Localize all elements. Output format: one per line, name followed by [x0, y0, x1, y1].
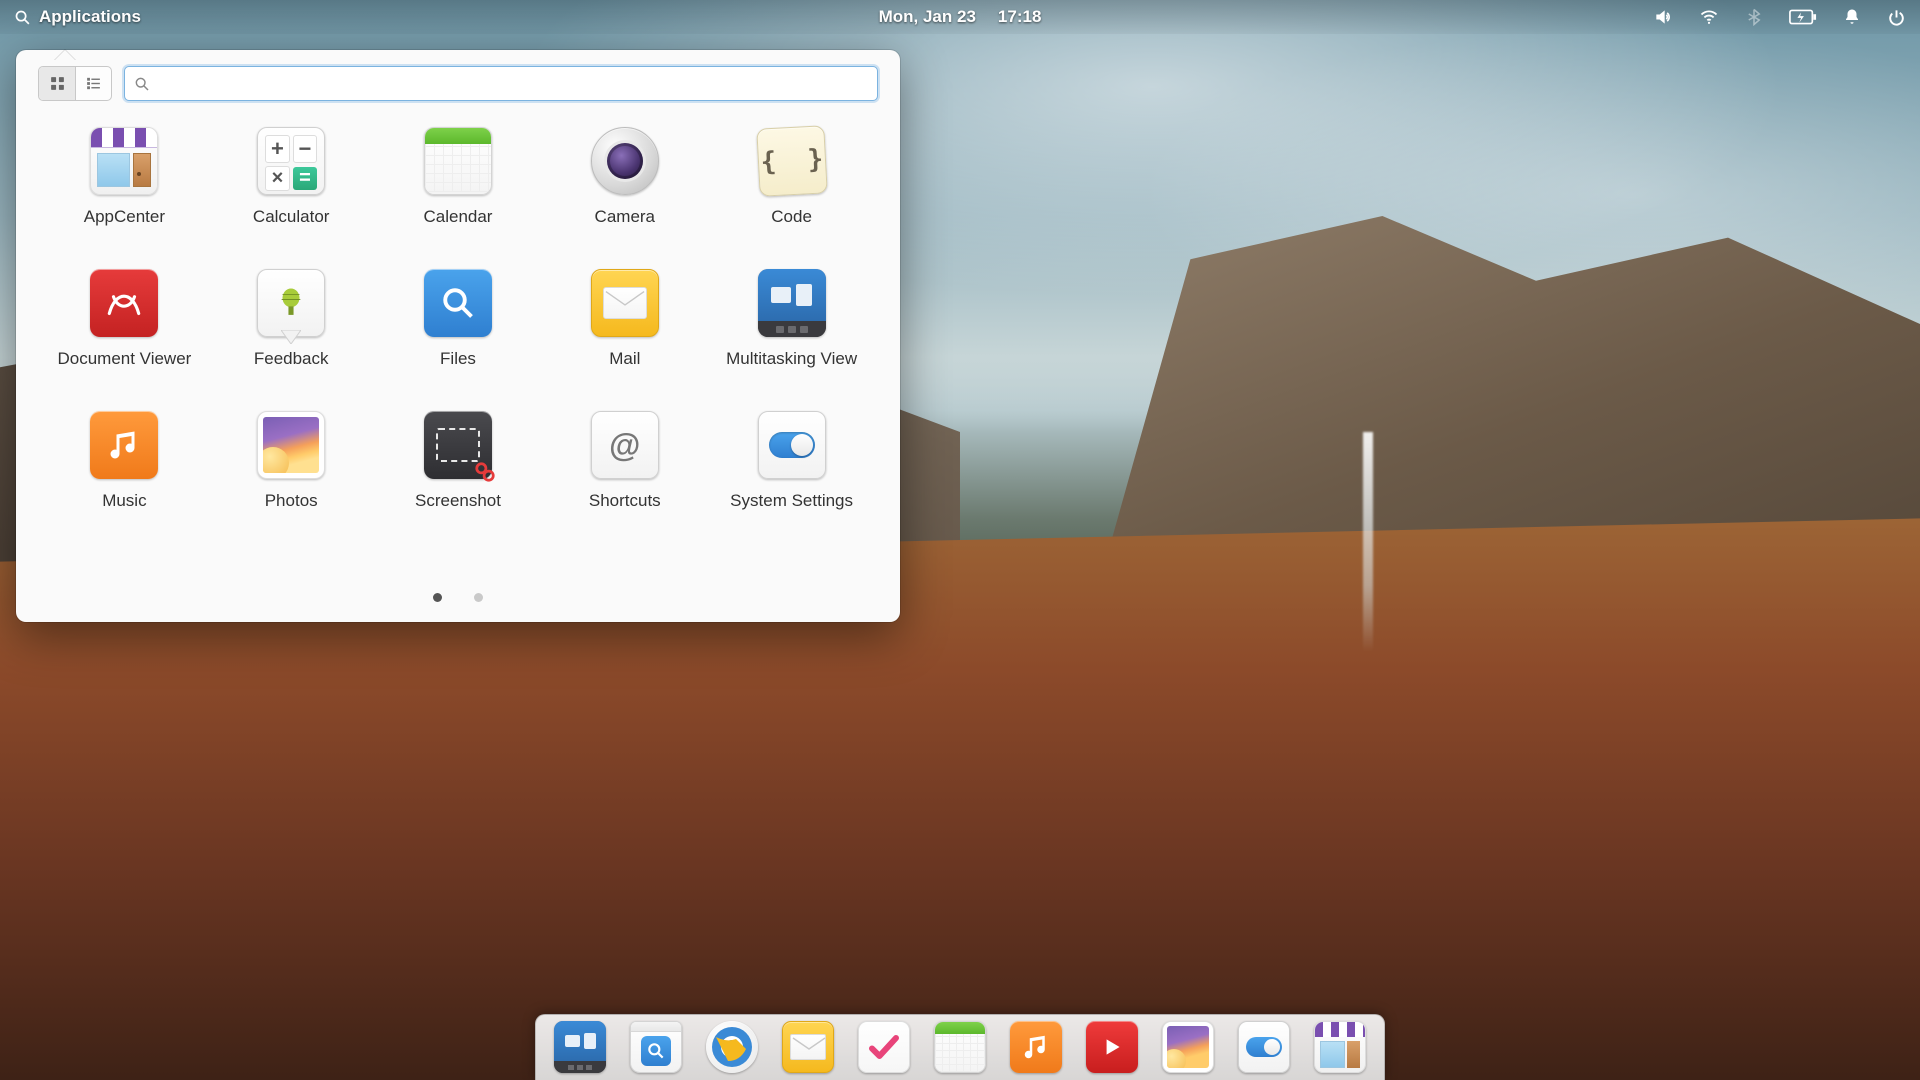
app-grid: AppCenter + − × = Calculator Calendar Ca…	[38, 115, 878, 511]
launcher-toolbar	[38, 66, 878, 101]
grid-view-button[interactable]	[39, 67, 75, 100]
dock-photos[interactable]	[1162, 1021, 1214, 1073]
app-appcenter[interactable]: AppCenter	[46, 127, 203, 227]
system-settings-icon	[758, 411, 826, 479]
panel-time[interactable]: 17:18	[998, 7, 1041, 27]
app-system-settings[interactable]: System Settings	[713, 411, 870, 511]
wifi-icon[interactable]	[1699, 7, 1719, 27]
dock-system-settings[interactable]	[1238, 1021, 1290, 1073]
volume-icon[interactable]	[1653, 7, 1673, 27]
app-label: Multitasking View	[726, 349, 857, 369]
app-files[interactable]: Files	[380, 269, 537, 369]
photos-icon	[257, 411, 325, 479]
app-label: Calculator	[253, 207, 330, 227]
search-icon	[134, 76, 150, 92]
screenshot-icon	[424, 411, 492, 479]
bluetooth-disabled-icon[interactable]	[1745, 7, 1763, 27]
panel-date[interactable]: Mon, Jan 23	[879, 7, 976, 27]
feedback-icon	[257, 269, 325, 337]
app-label: System Settings	[730, 491, 853, 511]
app-label: Code	[771, 207, 812, 227]
files-icon	[424, 269, 492, 337]
app-label: Files	[440, 349, 476, 369]
app-label: Camera	[595, 207, 655, 227]
app-label: Feedback	[254, 349, 329, 369]
applications-label: Applications	[39, 7, 141, 27]
music-icon	[90, 411, 158, 479]
app-mail[interactable]: Mail	[546, 269, 703, 369]
page-indicator	[433, 593, 483, 602]
power-icon[interactable]	[1887, 8, 1906, 27]
app-label: Mail	[609, 349, 640, 369]
applications-menu-button[interactable]: Applications	[14, 7, 141, 27]
app-label: Document Viewer	[57, 349, 191, 369]
app-shortcuts[interactable]: @ Shortcuts	[546, 411, 703, 511]
calculator-icon: + − × =	[257, 127, 325, 195]
battery-charging-icon[interactable]	[1789, 9, 1817, 25]
notifications-icon[interactable]	[1843, 7, 1861, 27]
dock-multitasking-view[interactable]	[554, 1021, 606, 1073]
appcenter-icon	[90, 127, 158, 195]
search-input[interactable]	[124, 66, 878, 101]
dock-files[interactable]	[630, 1021, 682, 1073]
app-music[interactable]: Music	[46, 411, 203, 511]
dock-mail[interactable]	[782, 1021, 834, 1073]
dock-videos[interactable]	[1086, 1021, 1138, 1073]
app-document-viewer[interactable]: Document Viewer	[46, 269, 203, 369]
app-label: Calendar	[423, 207, 492, 227]
multitasking-view-icon	[758, 269, 826, 337]
dock-web-browser[interactable]	[706, 1021, 758, 1073]
search-field-wrap	[124, 66, 878, 101]
view-mode-segmented	[38, 66, 112, 101]
app-label: Screenshot	[415, 491, 501, 511]
dock-appcenter[interactable]	[1314, 1021, 1366, 1073]
app-label: Music	[102, 491, 146, 511]
app-feedback[interactable]: Feedback	[213, 269, 370, 369]
app-photos[interactable]: Photos	[213, 411, 370, 511]
app-label: Photos	[265, 491, 318, 511]
app-calendar[interactable]: Calendar	[380, 127, 537, 227]
app-screenshot[interactable]: Screenshot	[380, 411, 537, 511]
top-panel: Applications Mon, Jan 23 17:18	[0, 0, 1920, 34]
applications-popover: AppCenter + − × = Calculator Calendar Ca…	[16, 50, 900, 622]
grid-icon	[49, 75, 66, 92]
dock-music[interactable]	[1010, 1021, 1062, 1073]
page-dot-1[interactable]	[433, 593, 442, 602]
app-multitasking-view[interactable]: Multitasking View	[713, 269, 870, 369]
app-label: Shortcuts	[589, 491, 661, 511]
code-icon: { }	[756, 125, 827, 196]
app-camera[interactable]: Camera	[546, 127, 703, 227]
mail-icon	[591, 269, 659, 337]
dock-calendar[interactable]	[934, 1021, 986, 1073]
app-label: AppCenter	[84, 207, 165, 227]
app-calculator[interactable]: + − × = Calculator	[213, 127, 370, 227]
page-dot-2[interactable]	[474, 593, 483, 602]
document-viewer-icon	[90, 269, 158, 337]
dock-tasks[interactable]	[858, 1021, 910, 1073]
dock	[535, 1014, 1385, 1080]
wallpaper-waterfall	[1363, 432, 1373, 652]
app-code[interactable]: { } Code	[713, 127, 870, 227]
list-icon	[85, 75, 102, 92]
search-icon	[14, 9, 31, 26]
list-view-button[interactable]	[75, 67, 111, 100]
shortcuts-icon: @	[591, 411, 659, 479]
calendar-icon	[424, 127, 492, 195]
camera-icon	[591, 127, 659, 195]
